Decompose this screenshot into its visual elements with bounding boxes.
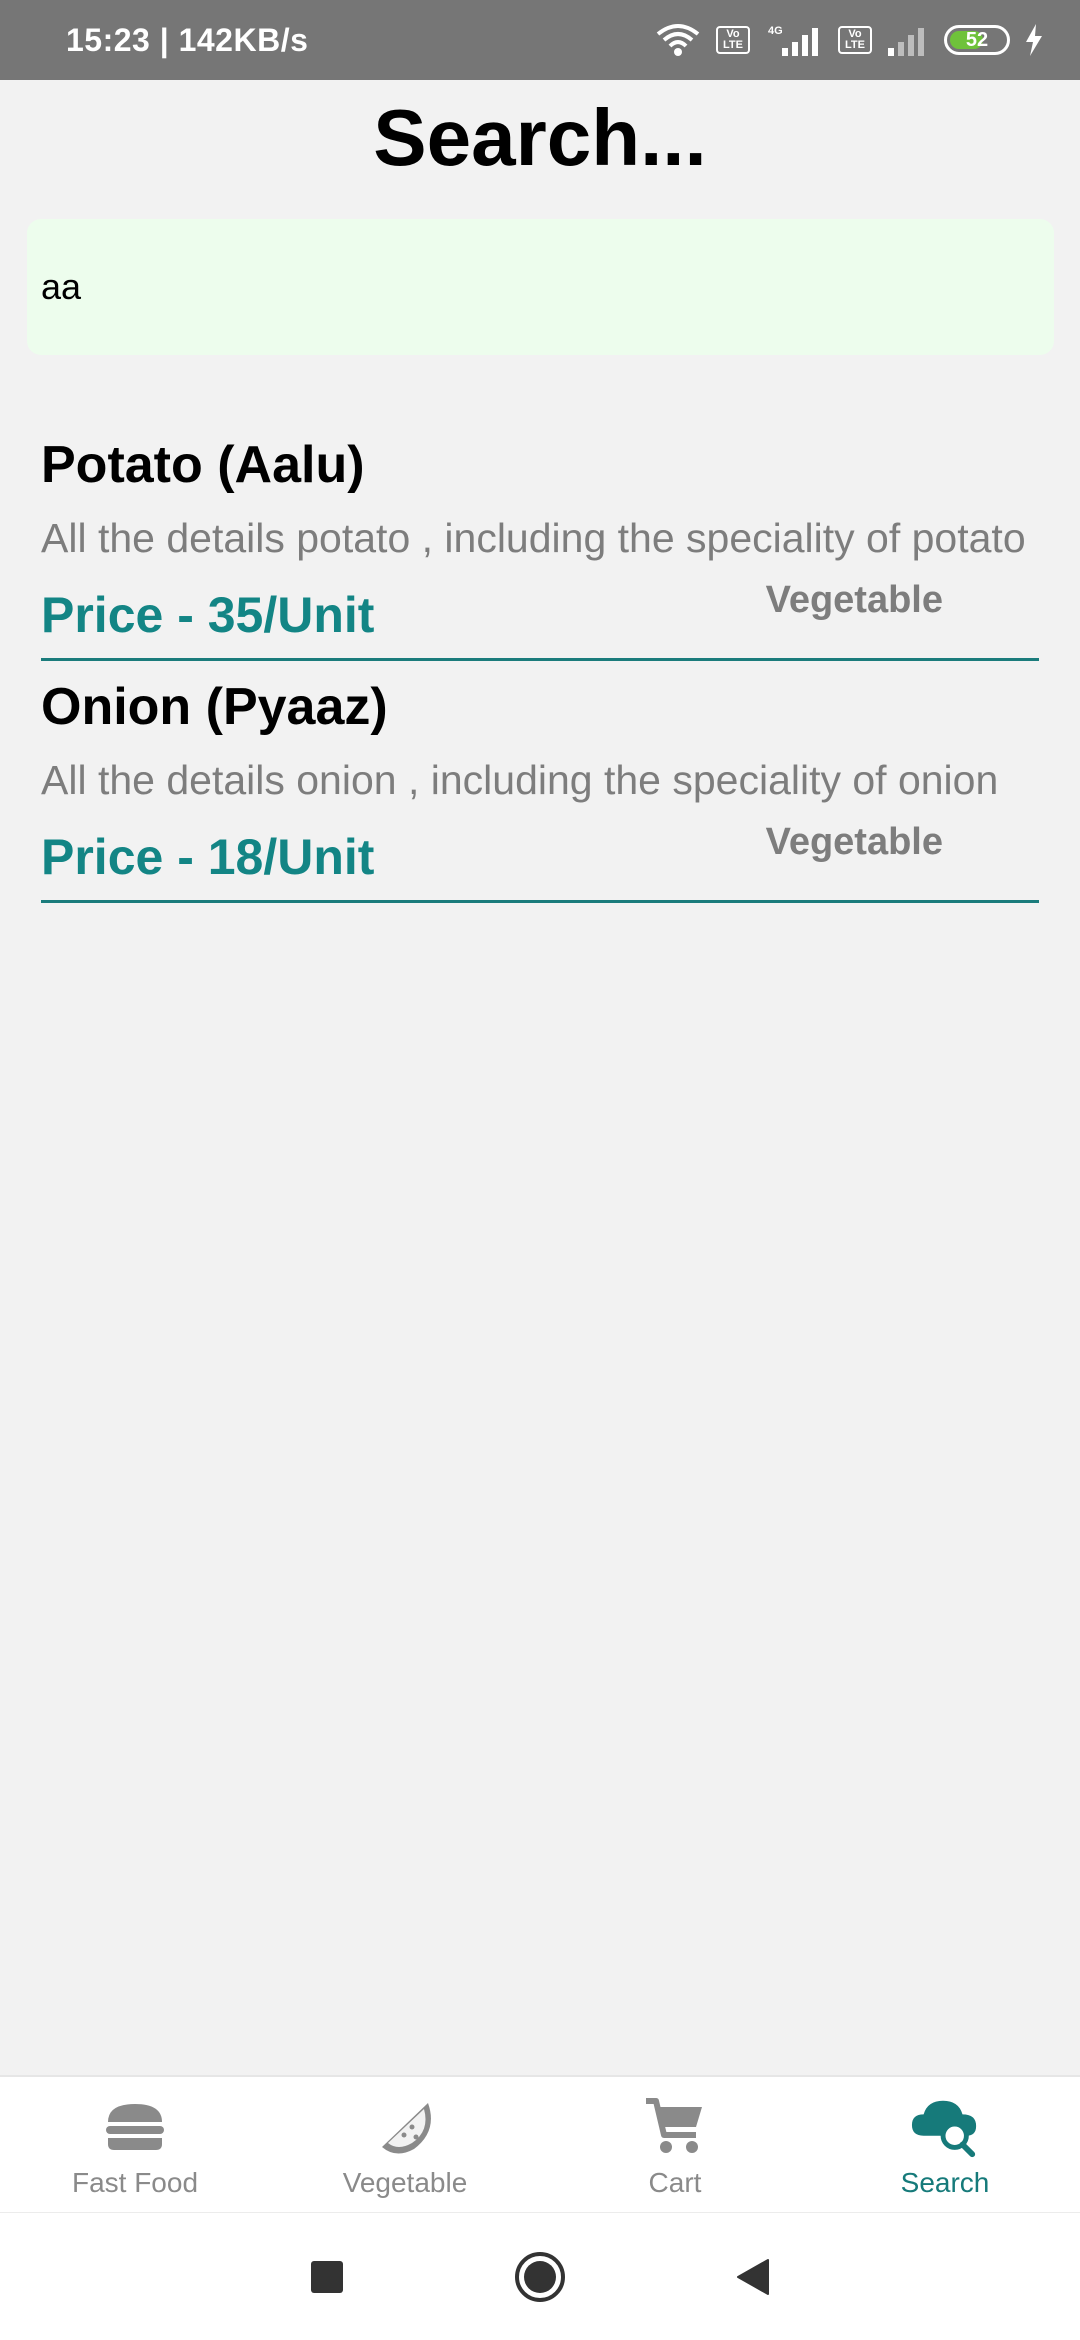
charging-bolt-icon [1024,24,1044,56]
item-category: Vegetable [765,579,943,621]
battery-level: 52 [965,28,989,51]
nav-label: Search [900,2167,990,2198]
battery-icon: 52 [944,25,1010,55]
page-title: Search... [373,93,707,182]
status-time-speed: 15:23 | 142KB/s [66,21,309,58]
item-description: All the details potato , including the s… [41,515,1026,561]
item-footer: Price - 35/Unit Vegetable [41,579,1039,658]
item-footer: Price - 18/Unit Vegetable [41,821,1039,900]
item-name: Onion (Pyaaz) [41,678,388,736]
cloud-search-icon [910,2095,980,2159]
item-category: Vegetable [765,821,943,863]
item-description: All the details onion , including the sp… [41,757,999,803]
signal-weak-icon [886,22,930,58]
item-name: Potato (Aalu) [41,436,365,494]
nav-label: Cart [648,2167,702,2198]
nav-item-cart[interactable]: Cart [540,2077,810,2212]
burger-icon [100,2095,170,2159]
nav-item-search[interactable]: Search [810,2077,1080,2212]
system-navigation-bar [0,2212,1080,2340]
result-item-onion[interactable]: Onion (Pyaaz) All the details onion , in… [41,661,1039,903]
bottom-navigation: Fast Food Vegetable Cart Search [0,2075,1080,2212]
nav-label: Vegetable [342,2167,468,2198]
search-input[interactable] [39,265,1054,309]
item-price: Price - 18/Unit [41,829,375,885]
results-list: Potato (Aalu) All the details potato , i… [41,425,1039,903]
search-box[interactable] [27,219,1054,355]
watermelon-icon [370,2095,440,2159]
wifi-icon [654,22,702,58]
signal-4g-icon: 4G [764,22,824,58]
status-bar: 15:23 | 142KB/s Vo LTE 4G Vo LTE 52 [0,0,1080,80]
volte-icon-2: Vo LTE [838,26,872,54]
volte-icon-1: Vo LTE [716,26,750,54]
result-item-potato[interactable]: Potato (Aalu) All the details potato , i… [41,425,1039,661]
item-price: Price - 35/Unit [41,587,375,643]
cart-icon [640,2095,710,2159]
nav-item-fast-food[interactable]: Fast Food [0,2077,270,2212]
back-triangle-icon[interactable] [736,2258,770,2296]
status-icons: Vo LTE 4G Vo LTE 52 [654,22,1044,58]
nav-label: Fast Food [71,2167,199,2198]
home-circle-icon[interactable] [514,2251,566,2303]
network-4g-label: 4G [768,25,783,37]
recents-square-icon[interactable] [310,2260,344,2294]
nav-item-vegetable[interactable]: Vegetable [270,2077,540,2212]
